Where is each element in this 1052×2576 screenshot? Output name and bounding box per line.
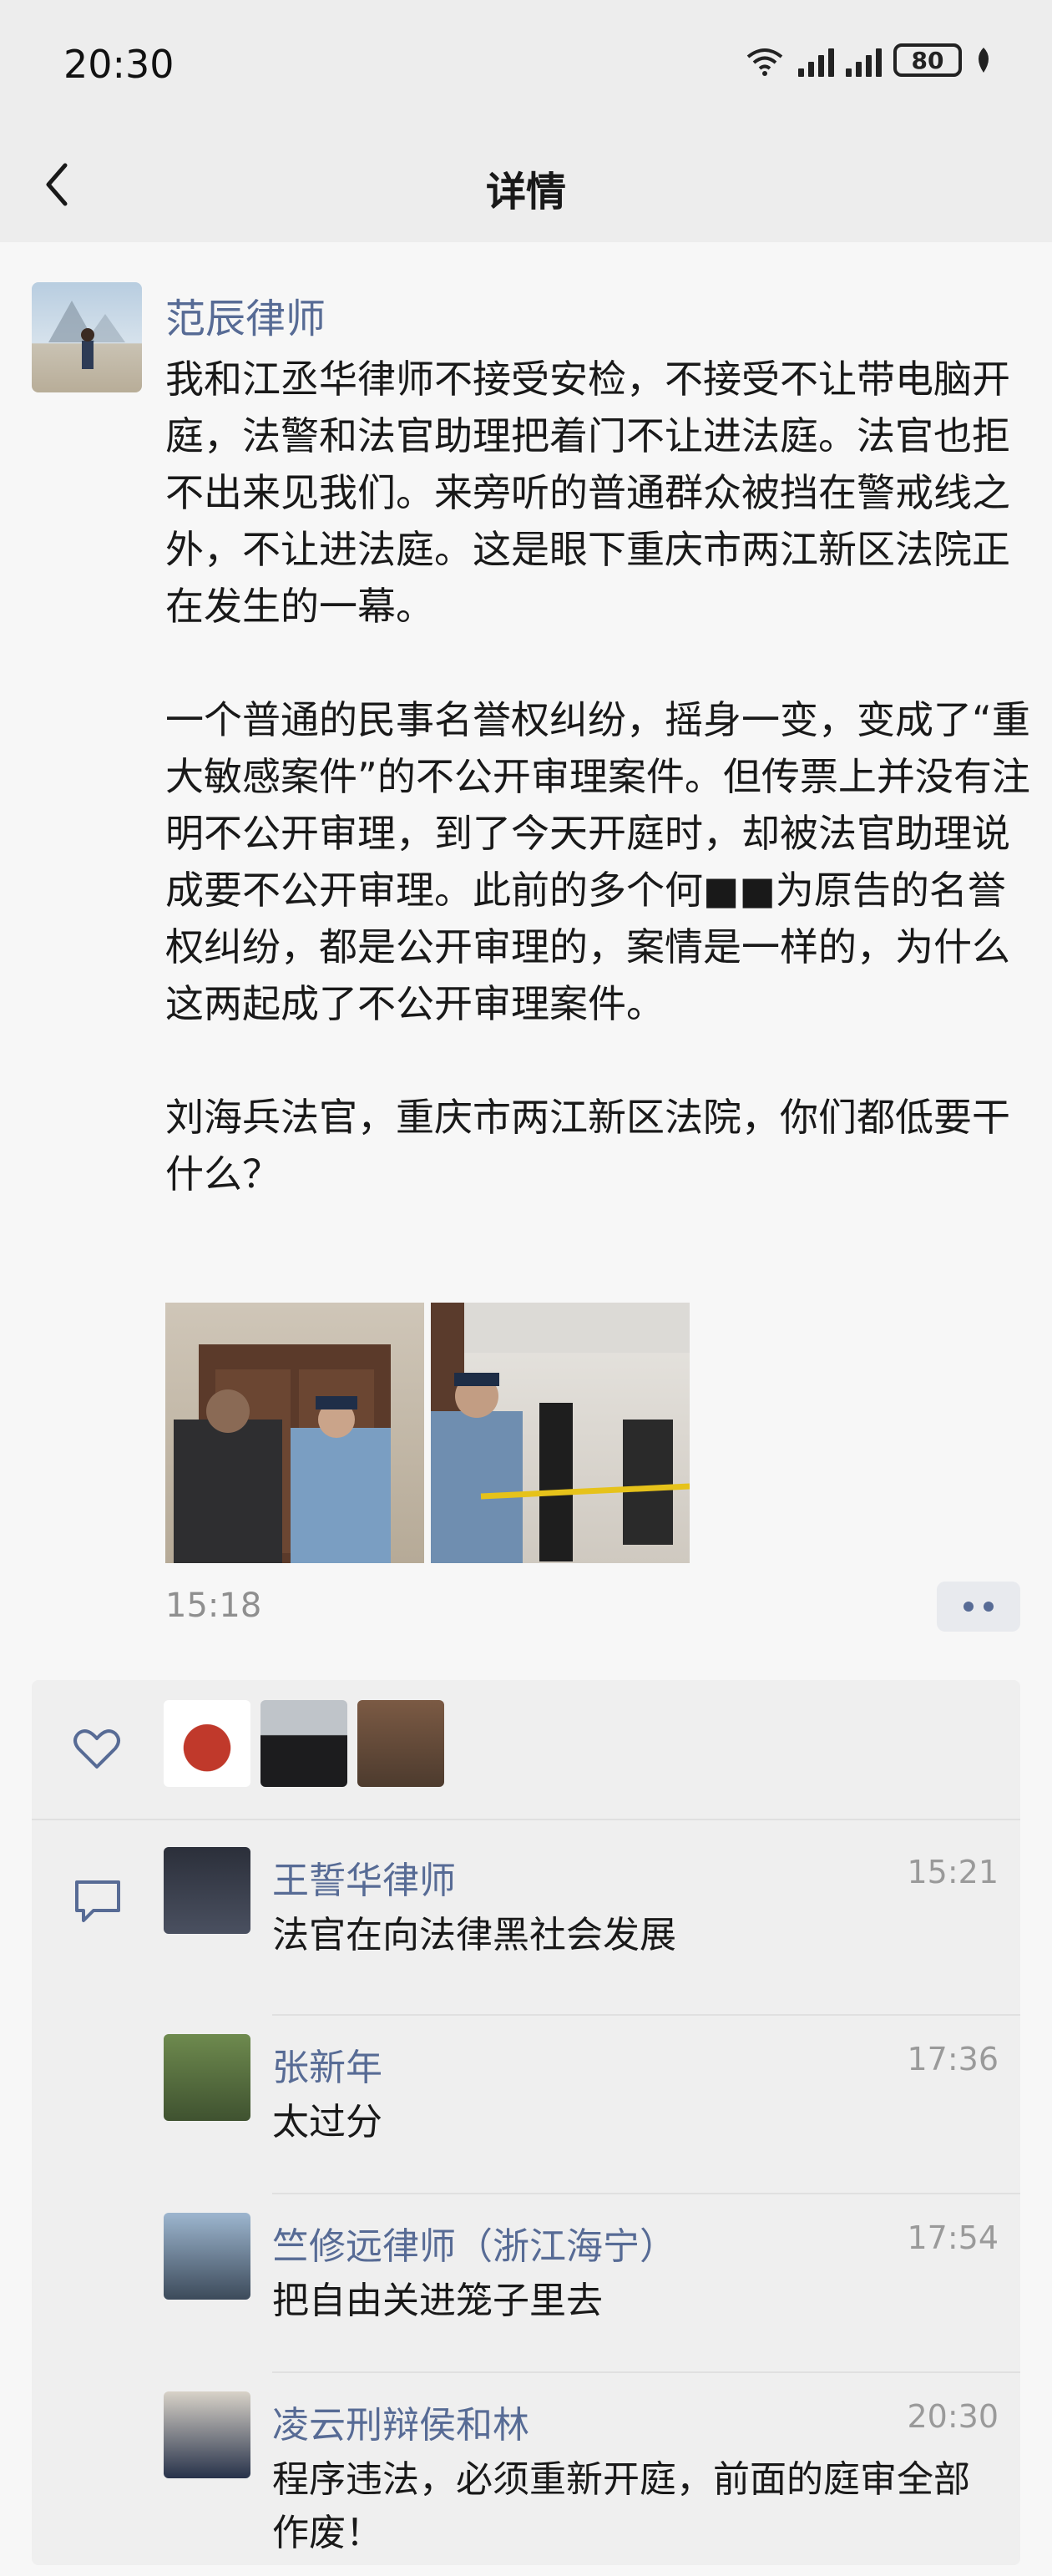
post-paragraph: 一个普通的民事名誉权纠纷，摇身一变，变成了“重大敏感案件”的不公开审理案件。但传…: [165, 697, 1030, 1026]
signal-icon: [798, 43, 834, 77]
pyramid-photo-icon: [48, 301, 125, 369]
author-avatar[interactable]: [32, 282, 142, 392]
post-photo[interactable]: [165, 1303, 424, 1563]
avatar[interactable]: [260, 1700, 347, 1787]
divider: [272, 2014, 1020, 2016]
comment-time: 17:54: [907, 2219, 999, 2256]
post-text: 我和江丞华律师不接受安检，不接受不让带电脑开庭，法警和法官助理把着门不让进法庭。…: [165, 351, 1034, 1259]
status-icons: 80: [743, 43, 994, 77]
divider: [272, 2371, 1020, 2373]
comment-author[interactable]: 竺修远律师（浙江海宁）: [272, 2216, 676, 2270]
avatar[interactable]: [164, 2213, 250, 2300]
post-paragraph: 刘海兵法官，重庆市两江新区法院，你们都低要干什么？: [165, 1095, 1010, 1197]
avatar[interactable]: [164, 1700, 250, 1787]
cordon-line-photo-icon: [431, 1303, 690, 1563]
comment-item: 张新年 17:36 太过分: [164, 2034, 999, 2209]
comment-time: 17:36: [907, 2041, 999, 2078]
status-time: 20:30: [63, 42, 174, 87]
comment-text: 把自由关进笼子里去: [272, 2280, 603, 2322]
comment-item: 竺修远律师（浙江海宁） 17:54 把自由关进笼子里去: [164, 2213, 999, 2388]
heart-icon: [73, 1729, 120, 1769]
likes-comments-panel: 王誓华律师 15:21 法官在向法律黑社会发展 张新年 17:36 太过分 竺修…: [32, 1680, 1020, 2565]
post-photos: [165, 1303, 690, 1563]
more-actions-button[interactable]: [937, 1582, 1020, 1632]
avatar[interactable]: [164, 2391, 250, 2478]
status-bar: 20:30 80: [0, 0, 1052, 125]
avatar[interactable]: [164, 1847, 250, 1934]
comment-item: 王誓华律师 15:21 法官在向法律黑社会发展: [164, 1847, 999, 2022]
courtroom-door-photo-icon: [174, 1344, 391, 1563]
author-name[interactable]: 范辰律师: [165, 286, 326, 344]
post-time: 15:18: [165, 1587, 262, 1625]
wifi-icon: [746, 48, 783, 76]
comment-icon: [75, 1880, 120, 1922]
avatar[interactable]: [357, 1700, 444, 1787]
battery-icon: 80: [893, 43, 962, 77]
comment-text: 太过分: [272, 2101, 382, 2143]
comment-author[interactable]: 凌云刑辩侯和林: [272, 2395, 529, 2448]
nav-bar: 详情: [0, 125, 1052, 242]
comment-text: 程序违法，必须重新开庭，前面的庭审全部作废！: [272, 2458, 970, 2554]
comment-item: 凌云刑辩侯和林 20:30 程序违法，必须重新开庭，前面的庭审全部作废！: [164, 2391, 999, 2567]
comment-author[interactable]: 王誓华律师: [272, 1850, 456, 1904]
divider: [272, 2193, 1020, 2194]
battery-saver-leaf-icon: [979, 48, 989, 73]
post-photo[interactable]: [431, 1303, 690, 1563]
signal-icon: [846, 43, 882, 77]
avatar[interactable]: [164, 2034, 250, 2121]
comment-author[interactable]: 张新年: [272, 2037, 382, 2091]
comment-text: 法官在向法律黑社会发展: [272, 1914, 676, 1956]
post-paragraph: 我和江丞华律师不接受安检，不接受不让带电脑开庭，法警和法官助理把着门不让进法庭。…: [165, 357, 1010, 629]
likes-row: [32, 1680, 1020, 1820]
page-title: 详情: [485, 169, 566, 215]
comment-time: 15:21: [907, 1854, 999, 1890]
like-avatars: [164, 1700, 444, 1787]
comment-time: 20:30: [907, 2398, 999, 2435]
